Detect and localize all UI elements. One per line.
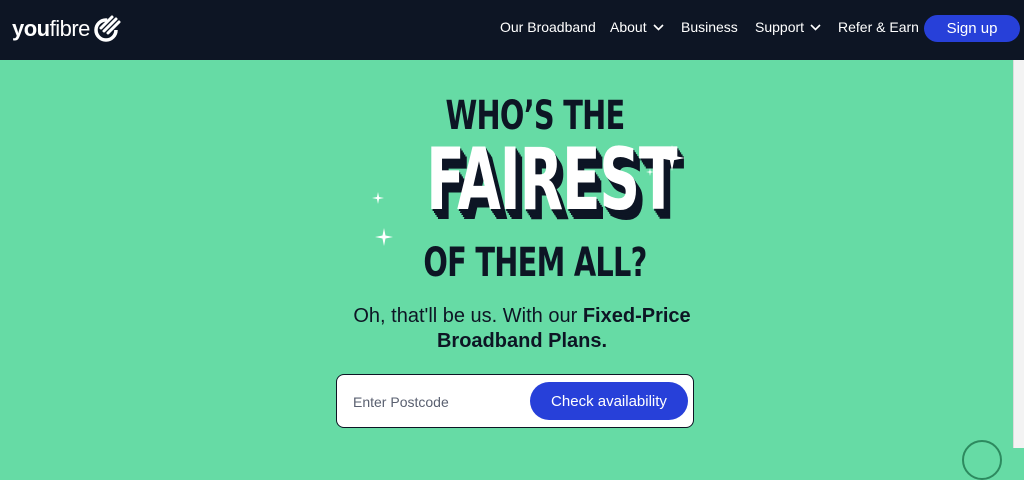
sparkle-icon: [646, 168, 654, 176]
nav-support[interactable]: Support: [755, 19, 821, 35]
headline-line-2: FAIREST: [426, 130, 677, 230]
nav-label: Our Broadband: [500, 19, 596, 35]
check-availability-label: Check availability: [551, 392, 667, 410]
scrollbar[interactable]: [1013, 60, 1024, 448]
sign-up-button[interactable]: Sign up: [924, 15, 1020, 42]
nav-our-broadband[interactable]: Our Broadband: [500, 19, 596, 35]
tagline-bold: Fixed-Price: [582, 305, 691, 327]
sparkle-icon: [659, 145, 685, 171]
tagline-bold: Broadband Plans.: [436, 330, 608, 352]
nav-label: About: [610, 19, 647, 35]
main-nav: Our Broadband About Business Support Ref…: [0, 0, 1024, 56]
chevron-down-icon: [810, 23, 821, 31]
chat-widget-button[interactable]: [962, 440, 1002, 480]
top-navigation-bar: youfibre Our Broadband About Business Su…: [0, 0, 1024, 60]
nav-about[interactable]: About: [610, 19, 664, 35]
tagline-text: Oh, that'll be us. With our: [353, 305, 583, 327]
nav-business[interactable]: Business: [681, 19, 738, 35]
check-availability-button[interactable]: Check availability: [530, 382, 688, 420]
nav-label: Support: [755, 19, 805, 35]
nav-label: Business: [681, 19, 738, 35]
hero-headline: WHO’S THE FAIREST OF THEM ALL?: [370, 85, 700, 295]
postcode-form: Check availability: [336, 374, 694, 428]
postcode-input[interactable]: [345, 383, 535, 421]
sign-up-label: Sign up: [946, 20, 998, 37]
headline-line-3: OF THEM ALL?: [423, 240, 647, 286]
chevron-down-icon: [653, 23, 664, 31]
nav-refer-earn[interactable]: Refer & Earn: [838, 19, 919, 35]
sparkle-icon: [372, 192, 384, 204]
hero-tagline: Oh, that'll be us. With our Fixed-Price …: [300, 304, 744, 354]
nav-label: Refer & Earn: [838, 19, 919, 35]
sparkle-icon: [375, 228, 393, 246]
